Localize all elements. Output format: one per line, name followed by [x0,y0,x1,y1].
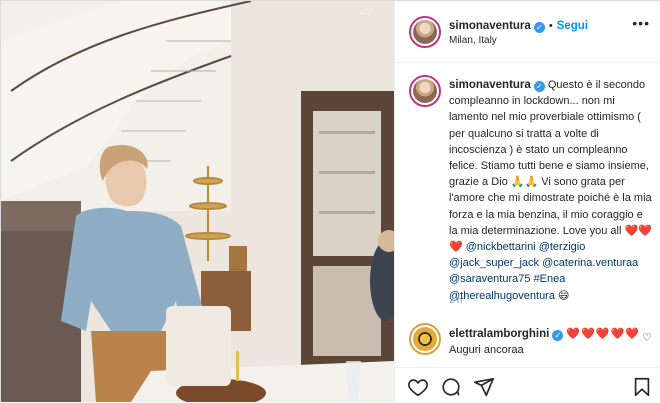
comment-icon[interactable] [440,376,462,398]
caption-text: Questo è il secondo compleanno in lockdo… [449,79,652,254]
comment-like-icon[interactable]: ♡ [642,331,652,344]
post-photo[interactable]: ⋯ [1,1,394,402]
mention-link[interactable]: @therealhugoventura [449,290,555,302]
header-line: simonaventura ✓ • Segui [449,16,588,34]
comment-text-block: elettralamborghini ✓ ❤️❤️❤️❤️❤️ Auguri an… [449,326,640,358]
action-bar [395,367,660,402]
comment-avatar[interactable] [409,323,441,355]
caption-area: simonaventura ✓ Questo è il secondo compl… [395,63,660,319]
caption-avatar[interactable] [409,75,441,107]
post-caption: simonaventura ✓ Questo è il secondo compl… [449,77,654,304]
comment-text: Auguri ancoraa [449,344,524,356]
instagram-post: ⋯ simonaventura ✓ • Segui Milan, Italy ••• … [0,0,660,402]
verified-badge-icon: ✓ [533,22,545,33]
more-options-icon[interactable]: ••• [632,15,650,31]
comment-username[interactable]: elettralamborghini [449,328,549,340]
heart-icon[interactable] [407,376,429,398]
mention-link[interactable]: @terzigio [539,241,586,253]
caption-username[interactable]: simonaventura [449,79,531,91]
mention-link[interactable]: @jack_super_jack [449,257,539,269]
post-header: simonaventura ✓ • Segui Milan, Italy ••• [395,1,660,63]
avatar[interactable] [409,16,441,48]
timestamp[interactable]: 2 h [449,295,462,306]
post-sidebar: simonaventura ✓ • Segui Milan, Italy ••• si… [394,1,660,402]
location-link[interactable]: Milan, Italy [449,35,497,46]
comment-hearts: ❤️❤️❤️❤️❤️ [566,328,640,340]
verified-badge-icon: ✓ [533,81,545,92]
mention-link[interactable]: @saraventura75 [449,273,531,285]
share-icon[interactable] [473,376,495,398]
mention-link[interactable]: @nickbettarini [466,241,536,253]
photo-scene [1,1,394,402]
media-options-icon[interactable]: ⋯ [358,6,372,20]
username-link[interactable]: simonaventura [449,20,531,32]
caption-emoji: 😄 [554,289,570,302]
hashtag-link[interactable]: #Enea [534,273,566,285]
bookmark-icon[interactable] [631,376,653,398]
separator-dot: • [548,20,553,32]
comment-row: elettralamborghini ✓ ❤️❤️❤️❤️❤️ Auguri an… [395,319,660,359]
verified-badge-icon: ✓ [552,330,564,341]
follow-button[interactable]: Segui [557,20,588,32]
mention-link[interactable]: @caterina.venturaa [542,257,638,269]
